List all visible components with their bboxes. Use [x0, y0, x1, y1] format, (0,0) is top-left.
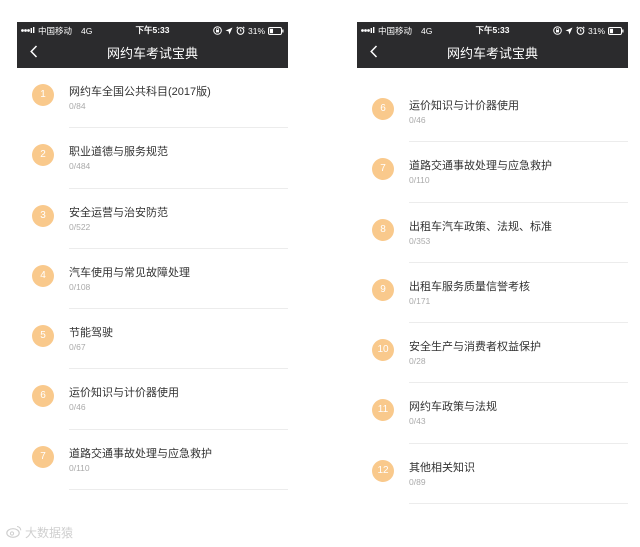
list-item[interactable]: 2 职业道德与服务规范 0/484: [17, 128, 288, 189]
nav-bar: 网约车考试宝典: [357, 39, 628, 68]
chapter-progress: 0/28: [409, 356, 426, 367]
location-icon: [225, 27, 233, 35]
phone-screen-left: 中国移动 4G 下午5:33 31% 网约车考试宝典 1 网约车全国公共科目(2…: [17, 22, 288, 547]
list-item[interactable]: 5 节能驾驶 0/67: [17, 309, 288, 370]
list-item[interactable]: 8 出租车汽车政策、法规、标准 0/353: [357, 203, 628, 263]
watermark-text: 大数据猿: [25, 526, 74, 540]
list-item[interactable]: 9 出租车服务质量信誉考核 0/171: [357, 263, 628, 324]
alarm-icon: [576, 26, 585, 35]
list-item[interactable]: 4 汽车使用与常见故障处理 0/108: [17, 249, 288, 310]
chapter-progress: 0/46: [409, 115, 426, 125]
chapter-list: 1 网约车全国公共科目(2017版) 0/84 2 职业道德与服务规范 0/48…: [17, 68, 288, 491]
watermark: 大数据猿: [6, 524, 73, 541]
divider: [69, 489, 288, 491]
chapter-number-badge: 10: [372, 339, 394, 362]
chapter-number-badge: 6: [32, 385, 54, 408]
chapter-title: 运价知识与计价器使用: [409, 100, 519, 112]
chapter-title: 网约车政策与法规: [409, 401, 497, 414]
rotation-lock-icon: [553, 26, 562, 35]
chapter-number-badge: 5: [32, 325, 54, 348]
battery-icon: [268, 26, 284, 35]
chapter-number-badge: 4: [32, 264, 54, 287]
chapter-title: 安全运营与治安防范: [69, 206, 168, 219]
battery-icon: [608, 26, 624, 35]
list-item[interactable]: 6 运价知识与计价器使用 0/46: [17, 369, 288, 430]
chapter-progress: 0/522: [69, 221, 91, 232]
alarm-icon: [236, 26, 245, 35]
divider: [409, 503, 628, 505]
chapter-list: 6 运价知识与计价器使用 0/46 7 道路交通事故处理与应急救护 0/110 …: [357, 82, 628, 505]
chapter-title: 其他相关知识: [409, 461, 475, 474]
chapter-title: 道路交通事故处理与应急救护: [69, 447, 212, 460]
chapter-progress: 0/46: [69, 402, 86, 413]
phone-screen-right: 中国移动 4G 下午5:33 31% 网约车考试宝典 6 运价知识与计价器使用 …: [357, 22, 628, 547]
list-item[interactable]: 7 道路交通事故处理与应急救护 0/110: [357, 142, 628, 203]
page-title: 网约车考试宝典: [106, 46, 198, 61]
chapter-progress: 0/108: [69, 281, 91, 292]
chapter-number-badge: 11: [372, 399, 394, 422]
chapter-title: 节能驾驶: [69, 327, 113, 340]
list-item[interactable]: 6 运价知识与计价器使用 0/46: [357, 82, 628, 143]
chapter-title: 运价知识与计价器使用: [69, 387, 179, 400]
chapter-progress: 0/110: [409, 175, 430, 186]
chapter-number-badge: 1: [32, 84, 54, 106]
chapter-title: 网约车全国公共科目(2017版): [69, 86, 211, 98]
chapter-progress: 0/89: [409, 476, 426, 487]
chapter-title: 职业道德与服务规范: [69, 146, 168, 159]
list-item[interactable]: 12 其他相关知识 0/89: [357, 444, 628, 505]
chapter-number-badge: 9: [372, 278, 394, 301]
weibo-icon: [6, 525, 22, 541]
chapter-number-badge: 8: [372, 218, 394, 241]
chapter-progress: 0/353: [409, 235, 431, 246]
chapter-title: 安全生产与消费者权益保护: [409, 341, 541, 354]
chapter-title: 出租车服务质量信誉考核: [409, 280, 530, 293]
list-item[interactable]: 11 网约车政策与法规 0/43: [357, 383, 628, 444]
status-right: 31%: [553, 22, 624, 39]
chapter-progress: 0/67: [69, 342, 86, 353]
chapter-progress: 0/484: [69, 161, 91, 172]
nav-bar: 网约车考试宝典: [17, 39, 288, 68]
battery-percent: 31%: [247, 25, 265, 36]
chapter-progress: 0/110: [69, 462, 90, 473]
status-bar: 中国移动 4G 下午5:33 31%: [17, 22, 288, 39]
status-bar: 中国移动 4G 下午5:33 31%: [357, 22, 628, 39]
list-item[interactable]: 7 道路交通事故处理与应急救护 0/110: [17, 430, 288, 491]
list-item[interactable]: 1 网约车全国公共科目(2017版) 0/84: [17, 68, 288, 129]
chapter-progress: 0/43: [409, 416, 426, 427]
chapter-progress: 0/171: [409, 295, 431, 306]
chapter-title: 汽车使用与常见故障处理: [69, 266, 190, 279]
battery-percent: 31%: [587, 25, 605, 36]
chapter-number-badge: 6: [372, 98, 394, 120]
location-icon: [565, 27, 573, 35]
list-item[interactable]: 10 安全生产与消费者权益保护 0/28: [357, 323, 628, 384]
chapter-number-badge: 2: [32, 144, 54, 167]
status-right: 31%: [213, 22, 284, 39]
chapter-number-badge: 3: [32, 204, 54, 227]
chapter-number-badge: 7: [32, 445, 54, 468]
chapter-number-badge: 7: [372, 158, 394, 181]
chapter-number-badge: 12: [372, 459, 394, 482]
chapter-title: 道路交通事故处理与应急救护: [409, 160, 552, 173]
chapter-title: 出租车汽车政策、法规、标准: [409, 220, 552, 233]
rotation-lock-icon: [213, 26, 222, 35]
list-item[interactable]: 3 安全运营与治安防范 0/522: [17, 189, 288, 249]
page-title: 网约车考试宝典: [446, 46, 538, 61]
chapter-progress: 0/84: [69, 101, 86, 111]
